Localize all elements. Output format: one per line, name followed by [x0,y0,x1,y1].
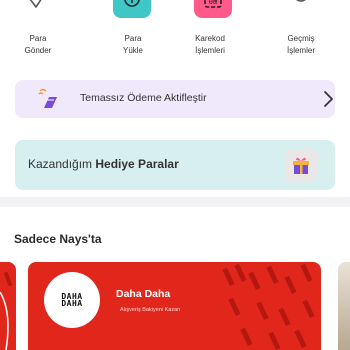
card-subtitle: Alışveriş Bakiyeni Kazan [120,307,181,313]
chevron-right-icon[interactable] [321,90,335,108]
contactless-banner-text: Temassız Ödeme Aktifleştir [80,92,207,104]
gift-money-banner[interactable]: Kazandığım Hediye Paralar [15,140,335,190]
previous-card-peek[interactable] [0,262,16,350]
top-up-label[interactable]: Para Yükle [96,33,170,57]
top-up-icon[interactable] [113,0,151,18]
section-title: Sadece Nays'ta [14,232,102,246]
history-icon[interactable] [282,0,320,18]
next-card-peek[interactable] [338,262,350,350]
send-check-icon[interactable] [18,0,56,18]
gift-banner-text: Kazandığım Hediye Paralar [28,157,179,171]
card-pattern [222,263,315,350]
history-label[interactable]: Geçmiş İşlemler [264,33,338,57]
svg-text:0⊞: 0⊞ [209,0,218,6]
send-money-label[interactable]: Para Gönder [1,33,75,57]
qr-code-icon[interactable]: 0⊞ [194,0,232,18]
qr-operations-label[interactable]: Karekod İşlemleri [173,33,247,57]
quick-actions: Para Gönder Para Yükle 0⊞ Karekod İşleml… [0,0,350,70]
gift-icon [285,149,317,181]
card-title: Daha Daha [116,288,171,300]
daha-daha-card[interactable]: DAHA DAHA Daha Daha Alışveriş Bakiyeni K… [28,262,321,350]
contactless-payment-banner[interactable]: Temassız Ödeme Aktifleştir [15,80,335,118]
daha-daha-logo-icon: DAHA DAHA [44,272,100,328]
contactless-payment-icon [37,88,59,110]
